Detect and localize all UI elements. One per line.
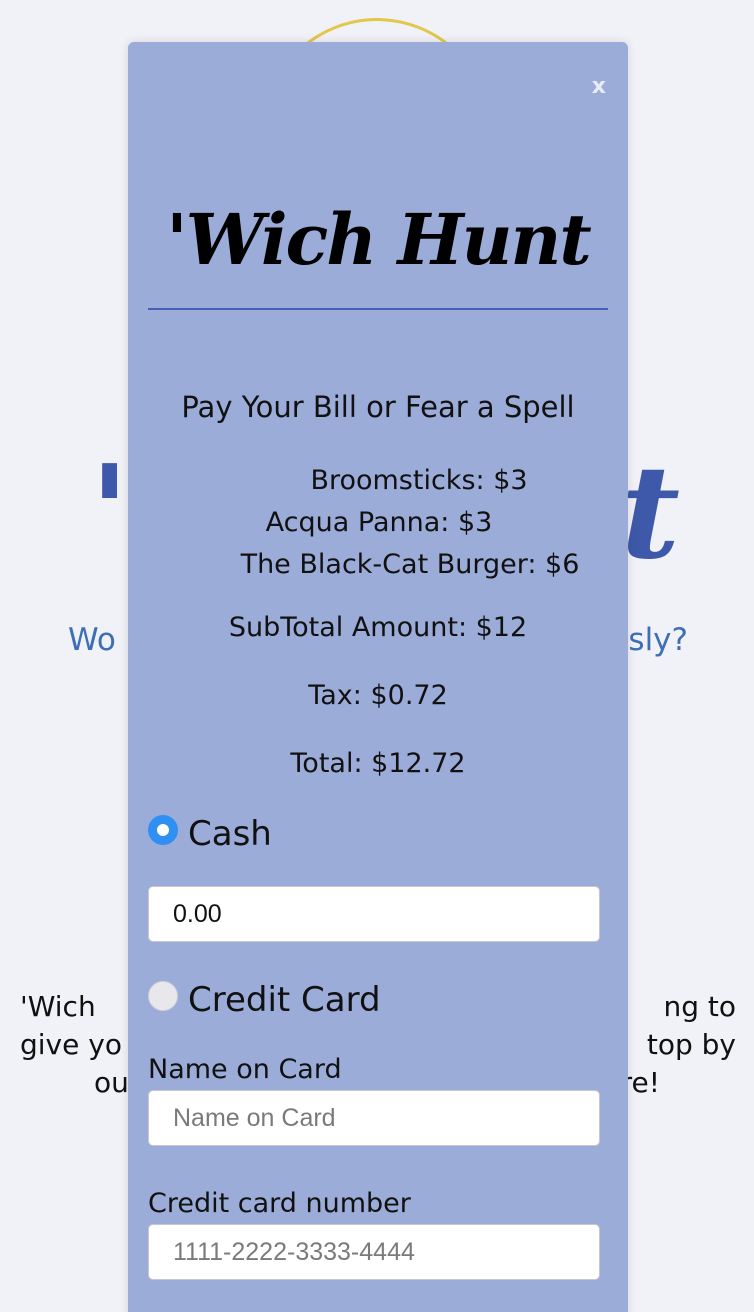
- order-item: Broomsticks: $3: [310, 465, 528, 496]
- bill-heading: Pay Your Bill or Fear a Spell: [181, 390, 575, 424]
- background-body-line-left: give yo: [20, 1028, 122, 1061]
- background-body-line-left: 'Wich: [20, 990, 96, 1023]
- order-item: Acqua Panna: $3: [265, 507, 493, 538]
- payment-modal: x 'Wich Hunt Pay Your Bill or Fear a Spe…: [128, 42, 628, 1312]
- background-body-line-right: top by: [646, 1028, 736, 1061]
- background-body-line-right: ng to: [663, 990, 736, 1023]
- credit-card-option[interactable]: Credit Card: [148, 980, 381, 1020]
- background-title-right: t: [620, 438, 680, 588]
- order-item: The Black-Cat Burger: $6: [240, 549, 580, 580]
- tax-amount: Tax: $0.72: [308, 680, 448, 711]
- cash-option[interactable]: Cash: [148, 814, 272, 854]
- brand-divider: [148, 308, 608, 310]
- cash-label: Cash: [188, 814, 272, 854]
- total-amount: Total: $12.72: [290, 748, 466, 779]
- subtotal-amount: SubTotal Amount: $12: [228, 612, 528, 643]
- credit-card-radio[interactable]: [148, 981, 178, 1011]
- card-number-input[interactable]: 1111-2222-3333-4444: [148, 1224, 600, 1280]
- cash-amount-input[interactable]: 0.00: [148, 886, 600, 942]
- page: 'C t Wo sly? 'Wich ng to give yo top by …: [0, 0, 754, 1312]
- card-number-label: Credit card number: [148, 1188, 411, 1219]
- background-tagline-left: Wo: [68, 622, 116, 658]
- background-body-line-left: ou: [94, 1066, 129, 1099]
- background-tagline-right: sly?: [628, 622, 688, 658]
- name-on-card-input[interactable]: Name on Card: [148, 1090, 600, 1146]
- brand-logo-text: 'Wich Hunt: [166, 198, 592, 281]
- order-items-list: Broomsticks: $3 Acqua Panna: $3 The Blac…: [128, 460, 628, 586]
- cash-radio[interactable]: [148, 815, 178, 845]
- credit-card-label: Credit Card: [188, 980, 381, 1020]
- name-on-card-label: Name on Card: [148, 1054, 342, 1085]
- close-button[interactable]: x: [592, 74, 606, 99]
